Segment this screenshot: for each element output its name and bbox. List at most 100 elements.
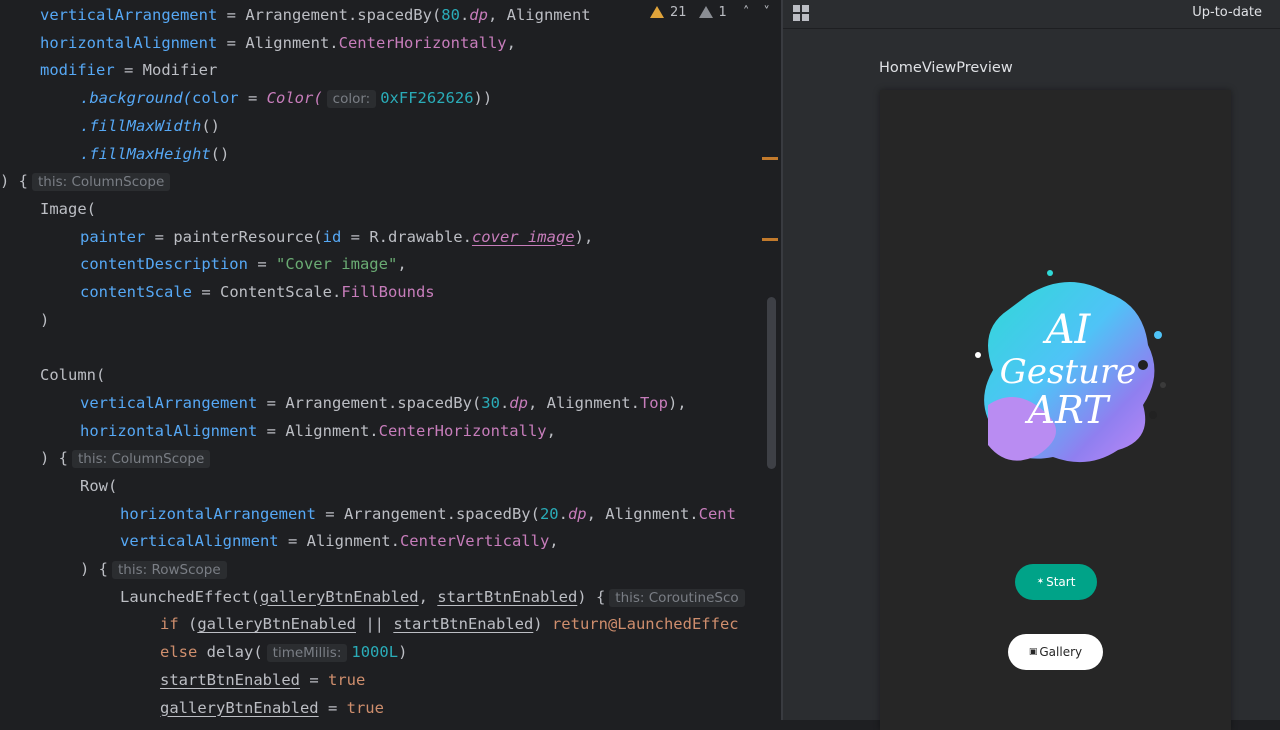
code-line[interactable]: verticalAlignment = Alignment.CenterVert… <box>120 528 559 555</box>
code-token: true <box>327 670 366 689</box>
code-token: Column( <box>40 366 106 385</box>
code-token: startBtnEnabled <box>160 670 300 689</box>
code-line[interactable]: Image( <box>40 196 96 223</box>
code-editor[interactable]: verticalArrangement = Arrangement.spaced… <box>0 0 781 720</box>
code-token: 1000L <box>351 643 399 662</box>
code-token: cover_image <box>471 227 575 246</box>
code-token: delay( <box>197 643 263 662</box>
code-line[interactable]: else delay(timeMillis: 1000L) <box>160 639 407 666</box>
code-token: () <box>201 116 220 135</box>
code-line[interactable]: Column( <box>40 362 105 389</box>
code-token: startBtnEnabled <box>393 615 534 634</box>
cover-line-2: Gesture <box>1000 352 1137 392</box>
code-line[interactable]: galleryBtnEnabled = true <box>160 695 384 721</box>
code-token: Top <box>639 393 668 412</box>
code-line[interactable]: .fillMaxHeight() <box>80 141 229 168</box>
gallery-button[interactable]: ▣ Gallery <box>1008 634 1103 670</box>
code-token: ) { <box>577 587 606 606</box>
code-token: = <box>217 6 246 24</box>
code-token: LaunchedEffect( <box>120 587 260 606</box>
code-line[interactable]: ) {this: ColumnScope <box>40 445 214 472</box>
preview-panel: Up-to-date HomeViewPreview AI Gesture AR… <box>783 0 1280 730</box>
code-token: Alignment. <box>285 421 379 440</box>
code-line[interactable]: ) {this: RowScope <box>80 556 231 583</box>
inlay-hint: this: ColumnScope <box>72 450 211 469</box>
code-token: horizontalAlignment <box>80 421 258 440</box>
code-line[interactable]: Row( <box>80 473 117 500</box>
warning-marker[interactable] <box>762 238 778 241</box>
code-token: CenterHorizontally <box>338 33 507 52</box>
code-token: 0xFF262626 <box>380 89 474 108</box>
code-token: contentDescription <box>80 255 248 274</box>
code-line[interactable]: LaunchedEffect(galleryBtnEnabled, startB… <box>120 584 749 611</box>
chevron-down-icon[interactable]: ˅ <box>763 5 770 20</box>
sparkle-icon: ✶ <box>1036 577 1045 587</box>
code-line[interactable]: startBtnEnabled = true <box>160 667 365 694</box>
code-token: () <box>210 144 230 163</box>
cover-line-3: ART <box>1025 388 1111 432</box>
code-token: galleryBtnEnabled <box>160 698 319 717</box>
code-token: , <box>397 255 407 274</box>
code-token: = <box>247 255 276 274</box>
code-token: = <box>299 670 328 689</box>
editor-scrollbar[interactable] <box>767 297 776 469</box>
code-token: R.drawable. <box>369 227 472 246</box>
code-line[interactable]: horizontalAlignment = Alignment.CenterHo… <box>40 30 516 57</box>
code-token: contentScale <box>80 283 192 301</box>
code-line[interactable]: verticalArrangement = Arrangement.spaced… <box>80 390 687 417</box>
code-token: , Alignment <box>487 6 591 24</box>
code-line[interactable]: .fillMaxWidth() <box>80 113 220 140</box>
code-line[interactable]: ) <box>40 307 49 334</box>
inspection-widget[interactable]: 21 1 ˄ ˅ <box>646 2 774 22</box>
code-line[interactable]: painter = painterResource(id = R.drawabl… <box>80 224 593 251</box>
start-button-label: Start <box>1046 575 1076 589</box>
code-line[interactable]: contentDescription = "Cover image", <box>80 251 407 278</box>
code-token: = <box>257 421 286 440</box>
code-line[interactable]: contentScale = ContentScale.FillBounds <box>80 279 435 306</box>
code-token: startBtnEnabled <box>437 587 578 606</box>
layout-mode-icon[interactable] <box>793 5 809 21</box>
code-token: true <box>346 698 384 717</box>
code-line[interactable]: horizontalArrangement = Arrangement.spac… <box>120 501 736 528</box>
code-token: Alignment. <box>306 532 400 551</box>
code-token: Arrangement.spacedBy( <box>245 6 442 24</box>
code-token: else <box>160 643 198 662</box>
cover-line-1: AI <box>1042 307 1092 353</box>
code-token: galleryBtnEnabled <box>197 615 356 634</box>
code-token: ContentScale. <box>219 283 342 301</box>
code-line[interactable]: .background(color = Color(color: 0xFF2626… <box>80 85 492 112</box>
code-line[interactable]: horizontalAlignment = Alignment.CenterHo… <box>80 418 556 445</box>
code-line[interactable]: ) {this: ColumnScope <box>0 168 174 195</box>
preview-title: HomeViewPreview <box>879 60 1013 76</box>
code-token: FillBounds <box>341 283 435 301</box>
code-token: color <box>191 89 239 108</box>
weak-warning-icon <box>698 6 713 18</box>
code-token: . <box>558 504 568 523</box>
code-token: , Alignment. <box>586 504 699 523</box>
code-line[interactable]: modifier = Modifier <box>40 57 217 84</box>
code-token: id <box>322 227 342 246</box>
code-token: CenterHorizontally <box>378 421 547 440</box>
code-token: Arrangement.spacedBy( <box>343 504 540 523</box>
code-line[interactable]: if (galleryBtnEnabled || startBtnEnabled… <box>160 611 739 638</box>
code-token: verticalArrangement <box>40 6 218 24</box>
code-token: ) { <box>0 172 28 191</box>
chevron-up-icon[interactable]: ˄ <box>743 5 750 20</box>
start-button[interactable]: ✶ Start <box>1015 564 1097 600</box>
code-token: dp <box>469 6 488 24</box>
code-token: ), <box>574 227 594 246</box>
code-token: Cent <box>698 504 736 523</box>
code-token: , <box>506 33 516 52</box>
inlay-hint: this: CoroutineSco <box>609 588 745 607</box>
code-line[interactable]: verticalArrangement = Arrangement.spaced… <box>40 2 591 29</box>
code-token: if <box>160 615 179 634</box>
warning-marker[interactable] <box>762 157 778 160</box>
code-token: "Cover image" <box>275 255 398 274</box>
code-token: )) <box>473 89 493 108</box>
code-token: modifier <box>40 61 115 80</box>
code-token: ( <box>178 615 198 634</box>
code-token: = <box>114 61 143 80</box>
device-preview[interactable]: AI Gesture ART ✶ Start ▣ Gallery <box>880 90 1231 730</box>
code-token: = <box>257 393 286 412</box>
code-token: Color( <box>266 89 323 108</box>
